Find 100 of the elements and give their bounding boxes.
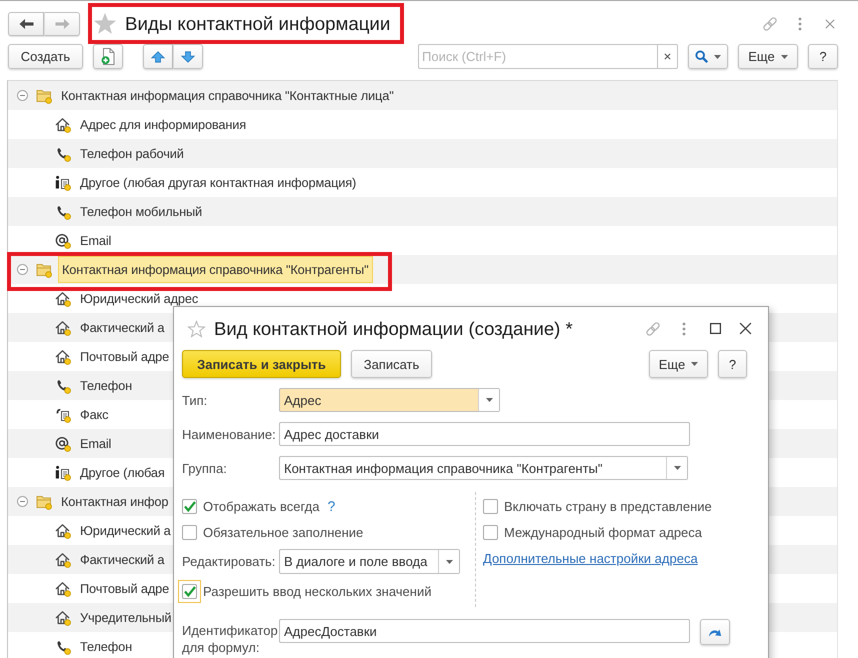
- item-label: Адрес для информирования: [79, 116, 248, 134]
- at-sign-icon: [55, 232, 71, 248]
- help-button[interactable]: ?: [808, 44, 838, 69]
- phone-icon: [55, 638, 71, 654]
- edit-mode-select[interactable]: В диалоге и поле ввода: [279, 549, 460, 574]
- phone-icon: [55, 378, 71, 394]
- item-label: Юридический адрес: [79, 290, 200, 308]
- dropdown-button[interactable]: [666, 457, 687, 479]
- checkbox-label: Включать страну в представление: [504, 498, 712, 514]
- caret-icon: [780, 54, 788, 58]
- save-button[interactable]: Записать: [351, 350, 432, 378]
- caret-icon: [714, 54, 721, 58]
- create-button[interactable]: Создать: [8, 44, 83, 69]
- checkbox[interactable]: [182, 524, 197, 540]
- generate-button[interactable]: [700, 619, 730, 645]
- tree-row[interactable]: Телефон мобильный: [8, 197, 837, 226]
- tree-row[interactable]: Телефон рабочий: [8, 139, 837, 168]
- back-button[interactable]: [8, 12, 44, 36]
- checkbox-label: Международный формат адреса: [504, 524, 702, 540]
- name-field[interactable]: Адрес доставки: [279, 422, 690, 446]
- more-icon[interactable]: [798, 16, 802, 30]
- collapse-icon[interactable]: [17, 264, 28, 275]
- folder-icon: [36, 494, 52, 510]
- arrow-up-icon: [151, 50, 165, 62]
- item-label: Email: [79, 232, 112, 250]
- house-icon: [55, 116, 71, 132]
- folder-icon: [36, 88, 52, 104]
- tree-row[interactable]: Контактная информация справочника "Контрагенты": [8, 255, 837, 284]
- phone-icon: [55, 204, 71, 220]
- house-icon: [55, 580, 71, 596]
- field-label: Идентификатор для формул:: [182, 622, 279, 656]
- group-label: Контактная информация справочника "Контактные лица": [60, 87, 395, 105]
- help-button[interactable]: ?: [718, 350, 747, 378]
- item-label: Фактический а: [79, 319, 166, 337]
- info-document-icon: [55, 174, 71, 190]
- more-icon[interactable]: [682, 322, 686, 336]
- caret-icon: [446, 560, 452, 564]
- house-icon: [55, 522, 71, 538]
- star-icon[interactable]: [188, 320, 205, 336]
- checkbox-label: Отображать всегда: [203, 498, 320, 514]
- search-button[interactable]: [688, 44, 728, 69]
- save-and-close-button[interactable]: Записать и закрыть: [182, 350, 341, 378]
- close-icon[interactable]: [739, 322, 752, 335]
- house-icon: [55, 348, 71, 364]
- field-label: Редактировать:: [182, 554, 276, 569]
- item-label: Телефон мобильный: [79, 203, 204, 221]
- type-select[interactable]: Адрес: [279, 388, 500, 412]
- checkbox[interactable]: [483, 524, 498, 540]
- item-label: Телефон рабочий: [79, 145, 185, 163]
- search-field[interactable]: Поиск (Ctrl+F): [418, 44, 657, 69]
- link-icon[interactable]: [645, 320, 661, 336]
- item-label: Юридический а: [79, 522, 172, 540]
- move-up-button[interactable]: [143, 44, 173, 69]
- more-button[interactable]: Еще: [649, 350, 708, 378]
- close-icon: [664, 53, 671, 60]
- collapse-icon[interactable]: [17, 90, 28, 101]
- folder-icon: [36, 262, 52, 278]
- checkmark-icon: [184, 586, 196, 596]
- help-hint[interactable]: ?: [328, 498, 336, 514]
- checkbox[interactable]: [483, 498, 498, 514]
- item-label: Почтовый адре: [79, 580, 170, 598]
- group-select[interactable]: Контактная информация справочника "Контрагенты": [279, 456, 688, 480]
- field-label: Тип:: [182, 392, 208, 408]
- field-label: Наименование:: [182, 426, 277, 442]
- checkbox[interactable]: [178, 580, 201, 602]
- dropdown-button[interactable]: [478, 389, 499, 411]
- arrow-left-icon: [18, 18, 34, 30]
- arrow-right-icon: [54, 18, 70, 30]
- group-label: Контактная инфор: [60, 493, 170, 511]
- caret-icon: [674, 466, 680, 470]
- house-icon: [55, 610, 71, 626]
- item-label: Фактический а: [79, 551, 166, 569]
- address-settings-link[interactable]: Дополнительные настройки адреса: [483, 550, 698, 566]
- tree-row[interactable]: Контактная информация справочника "Контактные лица": [8, 81, 837, 110]
- clear-button[interactable]: [657, 44, 678, 69]
- phone-icon: [55, 146, 71, 162]
- collapse-icon[interactable]: [17, 496, 28, 507]
- item-label: Телефон: [79, 377, 134, 395]
- identifier-field[interactable]: АдресДоставки: [279, 619, 690, 643]
- checkbox[interactable]: [182, 498, 197, 514]
- checkbox-label: Разрешить ввод нескольких значений: [203, 584, 432, 598]
- caret-icon: [486, 398, 492, 402]
- add-document-button[interactable]: [93, 44, 123, 69]
- house-icon: [55, 552, 71, 568]
- item-label: Другое (любая: [79, 464, 166, 482]
- maximize-icon[interactable]: [710, 323, 721, 334]
- item-label: Другое (любая другая контактная информация): [79, 174, 358, 192]
- link-icon[interactable]: [762, 16, 778, 32]
- house-icon: [55, 320, 71, 336]
- window-title: Виды контактной информации: [125, 12, 390, 34]
- field-label: Группа:: [182, 460, 228, 476]
- move-down-button[interactable]: [173, 44, 203, 69]
- checkbox-label: Обязательное заполнение: [203, 524, 364, 540]
- more-button[interactable]: Еще: [738, 44, 798, 69]
- dialog-title: Вид контактной информации (создание) *: [214, 318, 573, 340]
- item-label: Телефон: [79, 638, 134, 656]
- star-icon[interactable]: [95, 14, 115, 33]
- group-label: Контактная информация справочника "Контрагенты": [58, 256, 372, 283]
- dropdown-button[interactable]: [438, 550, 459, 573]
- fax-icon: [55, 406, 71, 422]
